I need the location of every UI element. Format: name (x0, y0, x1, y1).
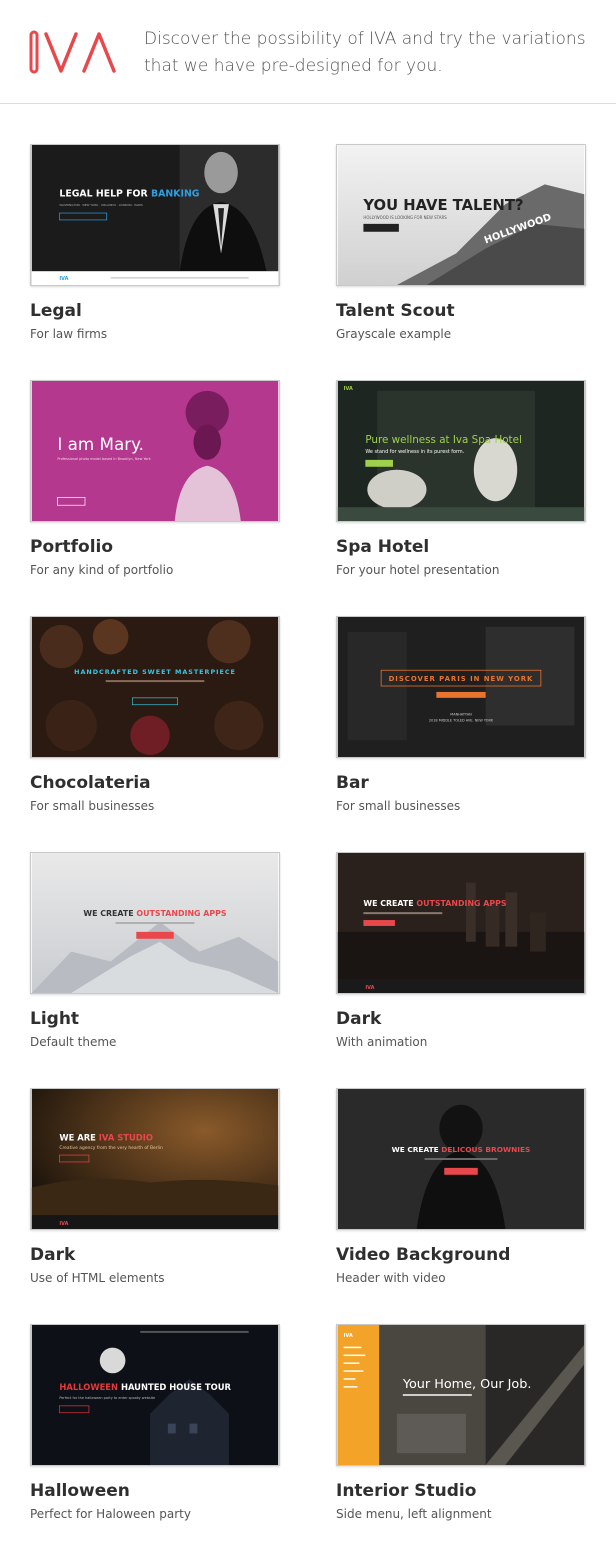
card-subtitle: Side menu, left alignment (336, 1507, 492, 1521)
svg-text:HOLLYWOOD IS LOOKING FOR NEW S: HOLLYWOOD IS LOOKING FOR NEW STARS (363, 215, 447, 220)
card-subtitle: With animation (336, 1035, 428, 1049)
card-subtitle: For law firms (30, 327, 108, 341)
svg-text:We stand for wellness in its p: We stand for wellness in its purest form… (365, 449, 464, 455)
demo-card-interior-studio[interactable]: IVA Your Home, Our Job. Interior Studio … (336, 1324, 588, 1544)
demo-card-talent-scout[interactable]: HOLLYWOOD YOU HAVE TALENT? HOLLYWOOD IS … (336, 144, 588, 364)
demo-thumbnail[interactable]: HANDCRAFTED SWEET MASTERPIECE (30, 616, 280, 758)
svg-text:HANDCRAFTED SWEET MASTERPIECE: HANDCRAFTED SWEET MASTERPIECE (74, 668, 236, 676)
card-title: Talent Scout (336, 301, 455, 321)
card-subtitle: For your hotel presentation (336, 563, 500, 577)
demo-thumbnail[interactable]: HOLLYWOOD YOU HAVE TALENT? HOLLYWOOD IS … (336, 144, 586, 286)
demo-card-video-background[interactable]: WE CREATE DELICOUS BROWNIES Video Backgr… (336, 1088, 588, 1308)
demo-thumbnail[interactable]: WE CREATE OUTSTANDING APPS IVA (336, 852, 586, 994)
svg-text:WE CREATE OUTSTANDING APPS: WE CREATE OUTSTANDING APPS (83, 909, 226, 918)
svg-text:WASHINGTON · NEW YORK · ORLAND: WASHINGTON · NEW YORK · ORLANDO · LONDON… (59, 203, 143, 207)
demo-thumbnail[interactable]: LEGAL HELP FOR BANKING WASHINGTON · NEW … (30, 144, 280, 286)
card-subtitle: Perfect for Haloween party (30, 1507, 191, 1521)
card-subtitle: Grayscale example (336, 327, 452, 341)
card-title: Interior Studio (336, 1481, 477, 1501)
card-title: Bar (336, 773, 369, 793)
svg-text:MANHATTAN: MANHATTAN (450, 713, 472, 717)
page-header: Discover the possibility of IVA and try … (0, 0, 616, 104)
demo-card-legal[interactable]: LEGAL HELP FOR BANKING WASHINGTON · NEW … (30, 144, 282, 364)
demo-card-halloween[interactable]: HALLOWEEN HAUNTED HOUSE TOUR Perfect for… (30, 1324, 282, 1544)
svg-text:Perfect for the halloween part: Perfect for the halloween party to enter… (59, 1396, 155, 1400)
card-title: Dark (336, 1009, 382, 1029)
svg-text:I am Mary.: I am Mary. (57, 434, 144, 454)
demo-thumbnail[interactable]: WE CREATE DELICOUS BROWNIES (336, 1088, 586, 1230)
demo-card-dark-html[interactable]: WE ARE IVA STUDIO Creative agency from t… (30, 1088, 282, 1308)
demo-card-portfolio[interactable]: I am Mary. Professional photo model base… (30, 380, 282, 600)
svg-text:Professional photo model based: Professional photo model based in Brookl… (57, 457, 150, 461)
card-subtitle: For small businesses (336, 799, 461, 813)
card-title: Legal (30, 301, 82, 321)
card-subtitle: Default theme (30, 1035, 117, 1049)
svg-text:IVA: IVA (344, 1333, 353, 1339)
svg-text:HALLOWEEN HAUNTED HOUSE TOUR: HALLOWEEN HAUNTED HOUSE TOUR (59, 1382, 231, 1392)
svg-text:WE CREATE DELICOUS BROWNIES: WE CREATE DELICOUS BROWNIES (392, 1145, 531, 1154)
demo-thumbnail[interactable]: IVA Your Home, Our Job. (336, 1324, 586, 1466)
card-title: Light (30, 1009, 80, 1029)
demo-card-bar[interactable]: DISCOVER PARIS IN NEW YORK MANHATTAN 201… (336, 616, 588, 836)
svg-text:IVA: IVA (365, 985, 374, 991)
thumb-headline: LEGAL HELP FOR BANKING (59, 188, 199, 199)
demo-card-spa-hotel[interactable]: IVA Pure wellness at Iva Spa Hotel We st… (336, 380, 588, 600)
card-title: Spa Hotel (336, 537, 430, 557)
header-tagline: Discover the possibility of IVA and try … (144, 29, 586, 76)
svg-text:DISCOVER PARIS IN NEW YORK: DISCOVER PARIS IN NEW YORK (389, 675, 534, 683)
svg-text:Your Home, Our Job.: Your Home, Our Job. (402, 1377, 532, 1392)
card-title: Halloween (30, 1481, 130, 1501)
demo-thumbnail[interactable]: WE CREATE OUTSTANDING APPS (30, 852, 280, 994)
svg-text:Creative agency from the very: Creative agency from the very hearth of … (59, 1145, 163, 1151)
svg-text:IVA: IVA (344, 386, 353, 392)
svg-text:WE CREATE OUTSTANDING APPS: WE CREATE OUTSTANDING APPS (363, 899, 506, 908)
demo-card-light[interactable]: WE CREATE OUTSTANDING APPS Light Default… (30, 852, 282, 1072)
card-title: Portfolio (30, 537, 114, 557)
card-subtitle: For small businesses (30, 799, 155, 813)
demo-thumbnail[interactable]: WE ARE IVA STUDIO Creative agency from t… (30, 1088, 280, 1230)
svg-text:IVA: IVA (59, 276, 68, 282)
card-subtitle: Use of HTML elements (30, 1271, 165, 1285)
svg-text:Pure wellness at Iva Spa Hotel: Pure wellness at Iva Spa Hotel (365, 434, 521, 446)
card-title: Video Background (336, 1245, 511, 1265)
demo-thumbnail[interactable]: HALLOWEEN HAUNTED HOUSE TOUR Perfect for… (30, 1324, 280, 1466)
card-title: Dark (30, 1245, 76, 1265)
card-subtitle: Header with video (336, 1271, 446, 1285)
demo-card-chocolateria[interactable]: HANDCRAFTED SWEET MASTERPIECE Chocolater… (30, 616, 282, 836)
demo-thumbnail[interactable]: I am Mary. Professional photo model base… (30, 380, 280, 522)
demo-thumbnail[interactable]: DISCOVER PARIS IN NEW YORK MANHATTAN 201… (336, 616, 586, 758)
demo-card-dark-animation[interactable]: WE CREATE OUTSTANDING APPS IVA Dark With… (336, 852, 588, 1072)
demo-thumbnail[interactable]: IVA Pure wellness at Iva Spa Hotel We st… (336, 380, 586, 522)
svg-text:WE ARE IVA STUDIO: WE ARE IVA STUDIO (59, 1132, 153, 1142)
card-subtitle: For any kind of portfolio (30, 563, 174, 577)
svg-text:YOU HAVE TALENT?: YOU HAVE TALENT? (362, 197, 523, 214)
iva-logo[interactable] (28, 28, 120, 76)
card-title: Chocolateria (30, 773, 151, 793)
svg-text:IVA: IVA (59, 1221, 68, 1227)
svg-text:2018 MIDDLE TOLED AVE. NEW YOR: 2018 MIDDLE TOLED AVE. NEW YORK (429, 719, 494, 723)
